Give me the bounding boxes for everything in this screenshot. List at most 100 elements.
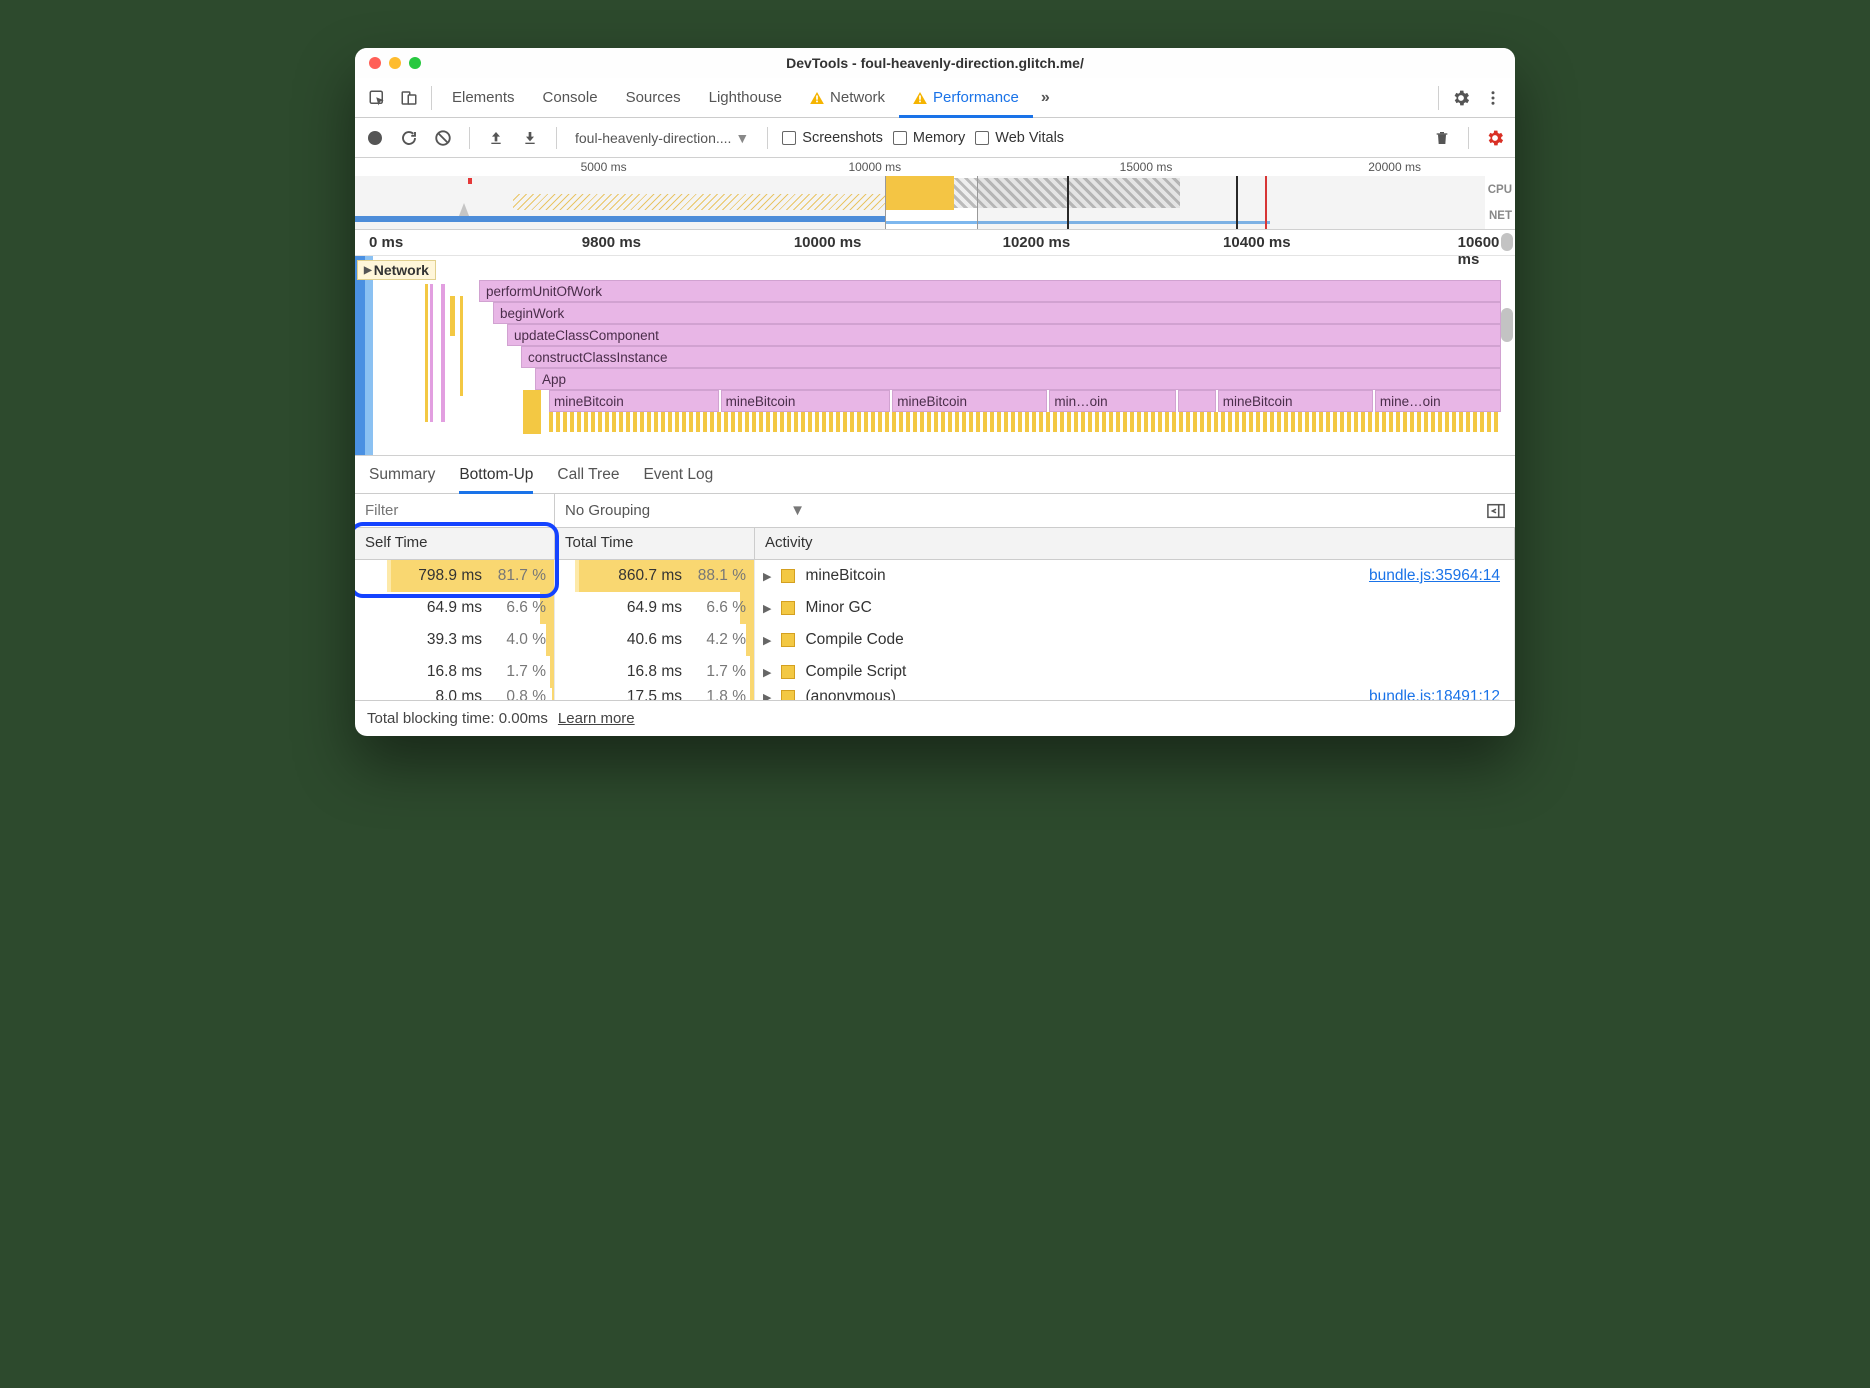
filter-input[interactable] bbox=[355, 494, 555, 527]
frame-minebitcoin[interactable]: mineBitcoin bbox=[892, 390, 1047, 412]
tab-sources[interactable]: Sources bbox=[612, 78, 695, 117]
device-toolbar-button[interactable] bbox=[393, 82, 425, 114]
column-activity[interactable]: Activity bbox=[755, 528, 1515, 559]
source-link[interactable]: bundle.js:18491:12 bbox=[1369, 688, 1514, 700]
category-chip-scripting bbox=[781, 601, 795, 615]
frame-performunitofwork[interactable]: performUnitOfWork bbox=[479, 280, 1501, 302]
more-tabs-button[interactable]: » bbox=[1033, 89, 1058, 107]
tab-bottom-up[interactable]: Bottom-Up bbox=[459, 456, 533, 493]
tab-event-log[interactable]: Event Log bbox=[643, 456, 713, 493]
tab-call-tree[interactable]: Call Tree bbox=[557, 456, 619, 493]
details-tab-bar: Summary Bottom-Up Call Tree Event Log bbox=[355, 456, 1515, 494]
separator bbox=[469, 127, 470, 149]
memory-checkbox[interactable]: Memory bbox=[893, 130, 965, 146]
expand-icon[interactable]: ▶ bbox=[763, 602, 771, 615]
separator bbox=[556, 127, 557, 149]
flame-bar bbox=[450, 296, 455, 336]
separator bbox=[767, 127, 768, 149]
settings-button[interactable] bbox=[1445, 82, 1477, 114]
flame-bar bbox=[430, 284, 433, 422]
activity-name: Minor GC bbox=[805, 599, 871, 617]
frame-beginwork[interactable]: beginWork bbox=[493, 302, 1501, 324]
column-self-time[interactable]: Self Time bbox=[355, 528, 555, 559]
cell-self-time: 39.3 ms 4.0 % bbox=[355, 624, 555, 656]
cell-total-time: 860.7 ms 88.1 % bbox=[555, 560, 755, 592]
tab-performance[interactable]: Performance bbox=[899, 78, 1033, 117]
flame-bar bbox=[425, 284, 428, 422]
inspect-element-button[interactable] bbox=[361, 82, 393, 114]
cell-activity: ▶ (anonymous) bundle.js:18491:12 bbox=[755, 688, 1515, 700]
tab-elements[interactable]: Elements bbox=[438, 78, 529, 117]
tab-console[interactable]: Console bbox=[529, 78, 612, 117]
reload-record-button[interactable] bbox=[397, 126, 421, 150]
expand-icon[interactable]: ▶ bbox=[763, 666, 771, 679]
frame-app[interactable]: App bbox=[535, 368, 1501, 390]
frame-updateclasscomponent[interactable]: updateClassComponent bbox=[507, 324, 1501, 346]
frame-minebitcoin[interactable]: mineBitcoin bbox=[1218, 390, 1373, 412]
time-ruler[interactable]: 0 ms 9800 ms 10000 ms 10200 ms 10400 ms … bbox=[355, 230, 1515, 256]
minimize-window-button[interactable] bbox=[389, 57, 401, 69]
show-heaviest-stack-icon[interactable] bbox=[1487, 503, 1505, 519]
category-chip-scripting bbox=[781, 569, 795, 583]
delete-profile-button[interactable] bbox=[1430, 126, 1454, 150]
warning-icon bbox=[913, 92, 927, 104]
screenshots-checkbox[interactable]: Screenshots bbox=[782, 130, 883, 146]
column-total-time[interactable]: Total Time bbox=[555, 528, 755, 559]
cell-self-time: 798.9 ms 81.7 % bbox=[355, 560, 555, 592]
upload-profile-button[interactable] bbox=[484, 126, 508, 150]
frame-minebitcoin[interactable]: min…oin bbox=[1049, 390, 1175, 412]
separator bbox=[1438, 86, 1439, 110]
download-profile-button[interactable] bbox=[518, 126, 542, 150]
tab-summary[interactable]: Summary bbox=[369, 456, 435, 493]
table-row[interactable]: 8.0 ms 0.8 % 17.5 ms 1.8 % ▶ (anonymous)… bbox=[355, 688, 1515, 700]
cell-activity: ▶ Minor GC bbox=[755, 592, 1515, 624]
top-tab-bar: Elements Console Sources Lighthouse Netw… bbox=[355, 78, 1515, 118]
flame-chart[interactable]: ▶ Network performUnitOfWork beginWork up… bbox=[355, 256, 1515, 456]
table-row[interactable]: 798.9 ms 81.7 % 860.7 ms 88.1 % ▶ mineBi… bbox=[355, 560, 1515, 592]
expand-icon[interactable]: ▶ bbox=[763, 570, 771, 583]
frame-minebitcoin[interactable] bbox=[1178, 390, 1216, 412]
frame-minebitcoin[interactable]: mineBitcoin bbox=[721, 390, 891, 412]
webvitals-checkbox[interactable]: Web Vitals bbox=[975, 130, 1064, 146]
zoom-window-button[interactable] bbox=[409, 57, 421, 69]
cell-self-time: 64.9 ms 6.6 % bbox=[355, 592, 555, 624]
learn-more-link[interactable]: Learn more bbox=[558, 710, 635, 727]
warning-icon bbox=[810, 92, 824, 104]
frame-minebitcoin[interactable]: mineBitcoin bbox=[549, 390, 719, 412]
table-header: Self Time Total Time Activity bbox=[355, 528, 1515, 560]
activity-name: (anonymous) bbox=[805, 688, 895, 700]
expand-icon[interactable]: ▶ bbox=[763, 691, 771, 701]
flame-bar bbox=[523, 390, 541, 434]
traffic-lights bbox=[369, 57, 421, 69]
record-button[interactable] bbox=[363, 126, 387, 150]
vertical-scrollbar-thumb[interactable] bbox=[1501, 233, 1513, 251]
source-link[interactable]: bundle.js:35964:14 bbox=[1369, 567, 1514, 585]
close-window-button[interactable] bbox=[369, 57, 381, 69]
table-row[interactable]: 39.3 ms 4.0 % 40.6 ms 4.2 % ▶ Compile Co… bbox=[355, 624, 1515, 656]
table-row[interactable]: 16.8 ms 1.7 % 16.8 ms 1.7 % ▶ Compile Sc… bbox=[355, 656, 1515, 688]
main-track-marker-light bbox=[365, 256, 373, 455]
capture-settings-button[interactable] bbox=[1483, 126, 1507, 150]
tab-lighthouse[interactable]: Lighthouse bbox=[695, 78, 796, 117]
tab-network[interactable]: Network bbox=[796, 78, 899, 117]
grouping-select[interactable]: No Grouping▼ bbox=[555, 494, 1515, 527]
flame-scrollbar[interactable] bbox=[1501, 258, 1513, 453]
expand-icon[interactable]: ▶ bbox=[763, 634, 771, 647]
category-chip-scripting bbox=[781, 690, 795, 700]
network-track-toggle[interactable]: ▶ Network bbox=[357, 260, 436, 280]
net-label: NET bbox=[1489, 210, 1512, 222]
category-chip-scripting bbox=[781, 665, 795, 679]
frame-minebitcoin[interactable]: mine…oin bbox=[1375, 390, 1501, 412]
flame-bar bbox=[460, 296, 463, 396]
overview-ticks: 5000 ms 10000 ms 15000 ms 20000 ms bbox=[355, 158, 1485, 176]
table-row[interactable]: 64.9 ms 6.6 % 64.9 ms 6.6 % ▶ Minor GC bbox=[355, 592, 1515, 624]
overview-timeline[interactable]: 5000 ms 10000 ms 15000 ms 20000 ms CPU N… bbox=[355, 158, 1515, 230]
frame-constructclassinstance[interactable]: constructClassInstance bbox=[521, 346, 1501, 368]
profile-select[interactable]: foul-heavenly-direction....▼ bbox=[571, 130, 753, 146]
kebab-menu-button[interactable] bbox=[1477, 82, 1509, 114]
scripting-block bbox=[886, 176, 954, 210]
clear-button[interactable] bbox=[431, 126, 455, 150]
titlebar: DevTools - foul-heavenly-direction.glitc… bbox=[355, 48, 1515, 78]
perf-toolbar: foul-heavenly-direction....▼ Screenshots… bbox=[355, 118, 1515, 158]
filter-bar: No Grouping▼ bbox=[355, 494, 1515, 528]
